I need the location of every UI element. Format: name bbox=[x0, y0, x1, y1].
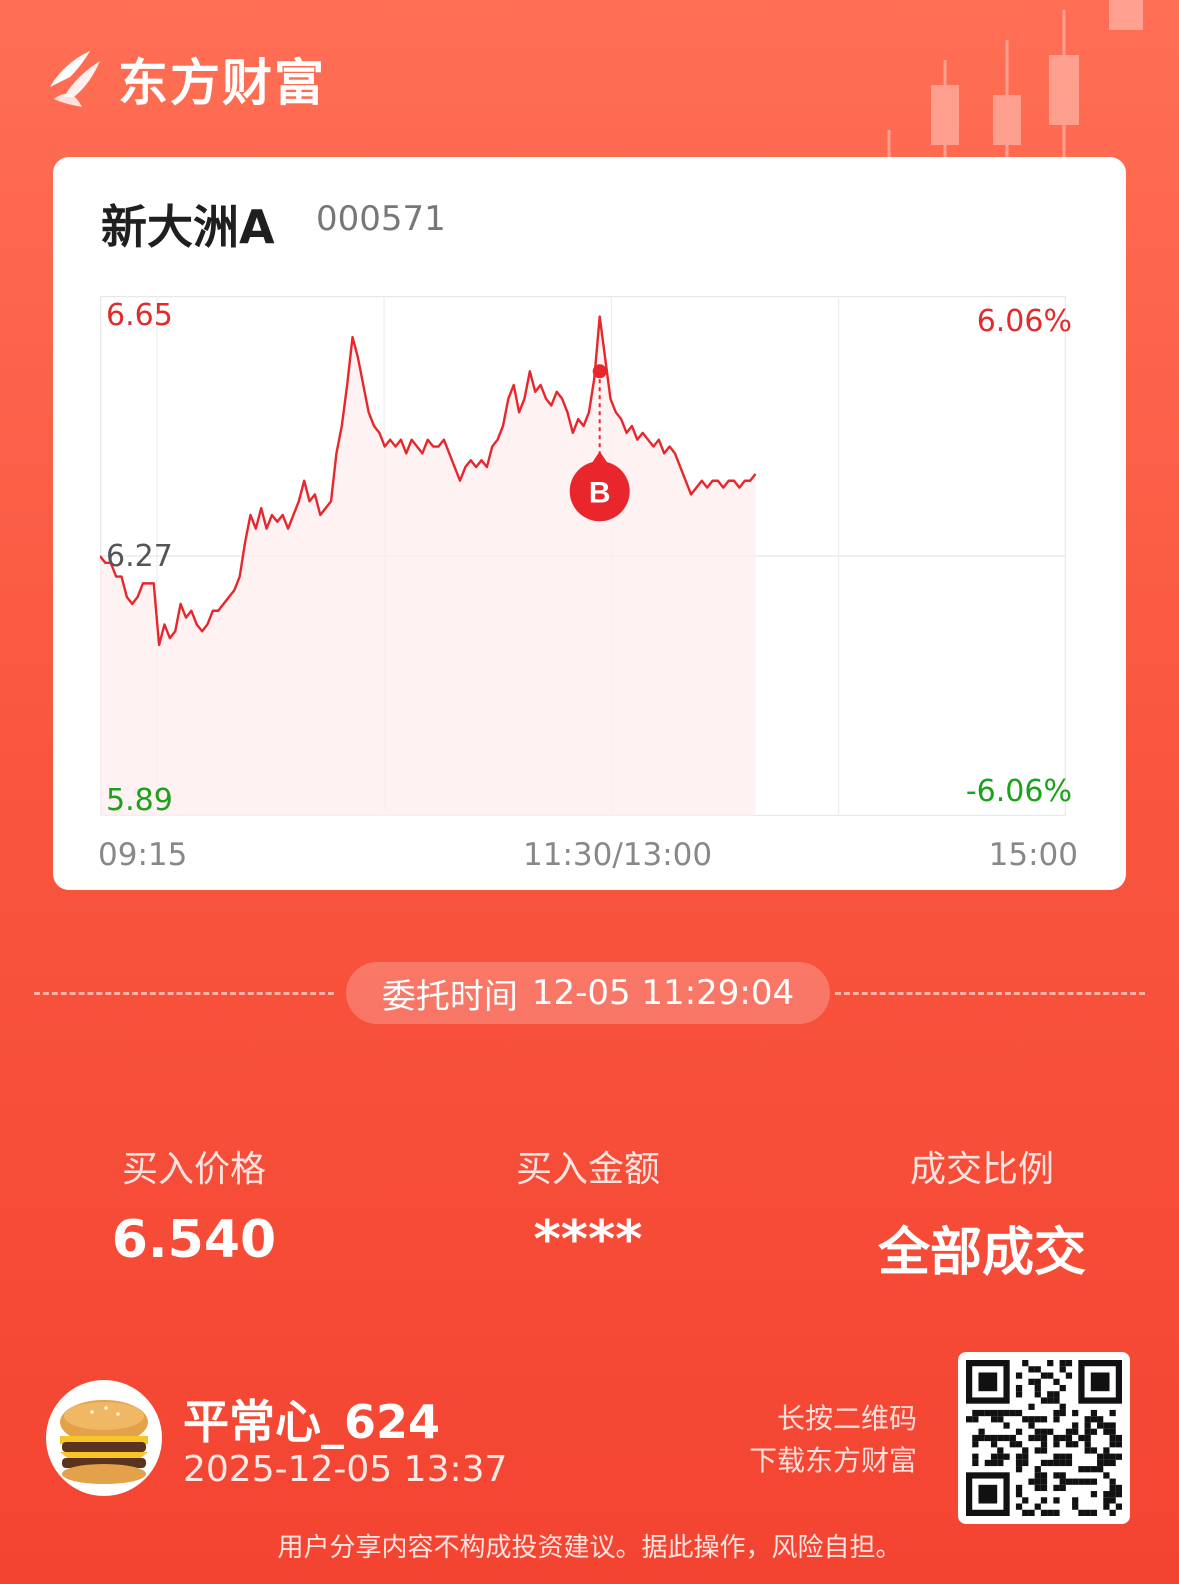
stat-label: 买入价格 bbox=[121, 1149, 266, 1190]
qr-hint-line1: 长按二维码 bbox=[776, 1402, 917, 1435]
eastmoney-logo-icon bbox=[50, 51, 100, 107]
buy-point-dot bbox=[592, 364, 607, 379]
time-mid-label: 11:30/13:00 bbox=[523, 837, 713, 873]
brand-name: 东方财富 bbox=[118, 54, 326, 112]
qr-code-icon bbox=[966, 1360, 1122, 1516]
stock-name: 新大洲A bbox=[101, 200, 275, 254]
price-high-label: 6.65 bbox=[106, 298, 173, 333]
order-time-pill: 委托时间 12-05 11:29:04 bbox=[346, 962, 830, 1024]
prev-close-label: 6.27 bbox=[106, 539, 173, 574]
stat-label: 买入金额 bbox=[515, 1149, 660, 1190]
stat-value: 6.540 bbox=[111, 1210, 277, 1270]
intraday-chart-svg: B bbox=[100, 296, 1066, 816]
share-time: 2025-12-05 13:37 bbox=[183, 1449, 508, 1490]
stat-value: **** bbox=[533, 1210, 643, 1270]
disclaimer: 用户分享内容不构成投资建议。据此操作，风险自担。 bbox=[277, 1533, 902, 1563]
dashed-line-left bbox=[34, 992, 334, 995]
order-time-value: 12-05 11:29:04 bbox=[531, 973, 795, 1013]
stat-fill-ratio: 成交比例 全部成交 bbox=[852, 1140, 1112, 1285]
stat-buy-amount: 买入金额 **** bbox=[458, 1140, 718, 1270]
pct-high-label: 6.06% bbox=[976, 304, 1072, 339]
stock-code: 000571 bbox=[316, 199, 446, 239]
buy-pin-label: B bbox=[589, 476, 611, 509]
brand-header: 东方财富 bbox=[44, 44, 326, 114]
intraday-chart: B 6.65 6.27 5.89 6.06% -6.06% bbox=[100, 296, 1076, 820]
price-low-label: 5.89 bbox=[106, 783, 173, 818]
user-avatar[interactable] bbox=[46, 1380, 162, 1496]
burger-avatar-icon bbox=[60, 1400, 148, 1484]
order-time-label: 委托时间 bbox=[381, 976, 518, 1017]
price-area-fill bbox=[100, 316, 756, 816]
stat-value: 全部成交 bbox=[877, 1223, 1086, 1283]
user-name: 平常心_624 bbox=[183, 1395, 441, 1449]
stat-label: 成交比例 bbox=[909, 1149, 1054, 1190]
qr-hint: 长按二维码 下载东方财富 bbox=[749, 1398, 917, 1482]
time-close-label: 15:00 bbox=[988, 837, 1078, 873]
qr-code[interactable] bbox=[958, 1352, 1130, 1524]
stat-buy-price: 买入价格 6.540 bbox=[64, 1140, 324, 1270]
qr-hint-line2: 下载东方财富 bbox=[748, 1444, 917, 1477]
dashed-line-right bbox=[835, 992, 1145, 995]
stock-card: 新大洲A 000571 B 6.65 6.27 5.89 6.06% -6.06… bbox=[53, 157, 1126, 890]
order-time-divider: 委托时间 12-05 11:29:04 bbox=[34, 962, 1145, 1024]
pct-low-label: -6.06% bbox=[965, 774, 1072, 809]
time-open-label: 09:15 bbox=[98, 837, 188, 873]
